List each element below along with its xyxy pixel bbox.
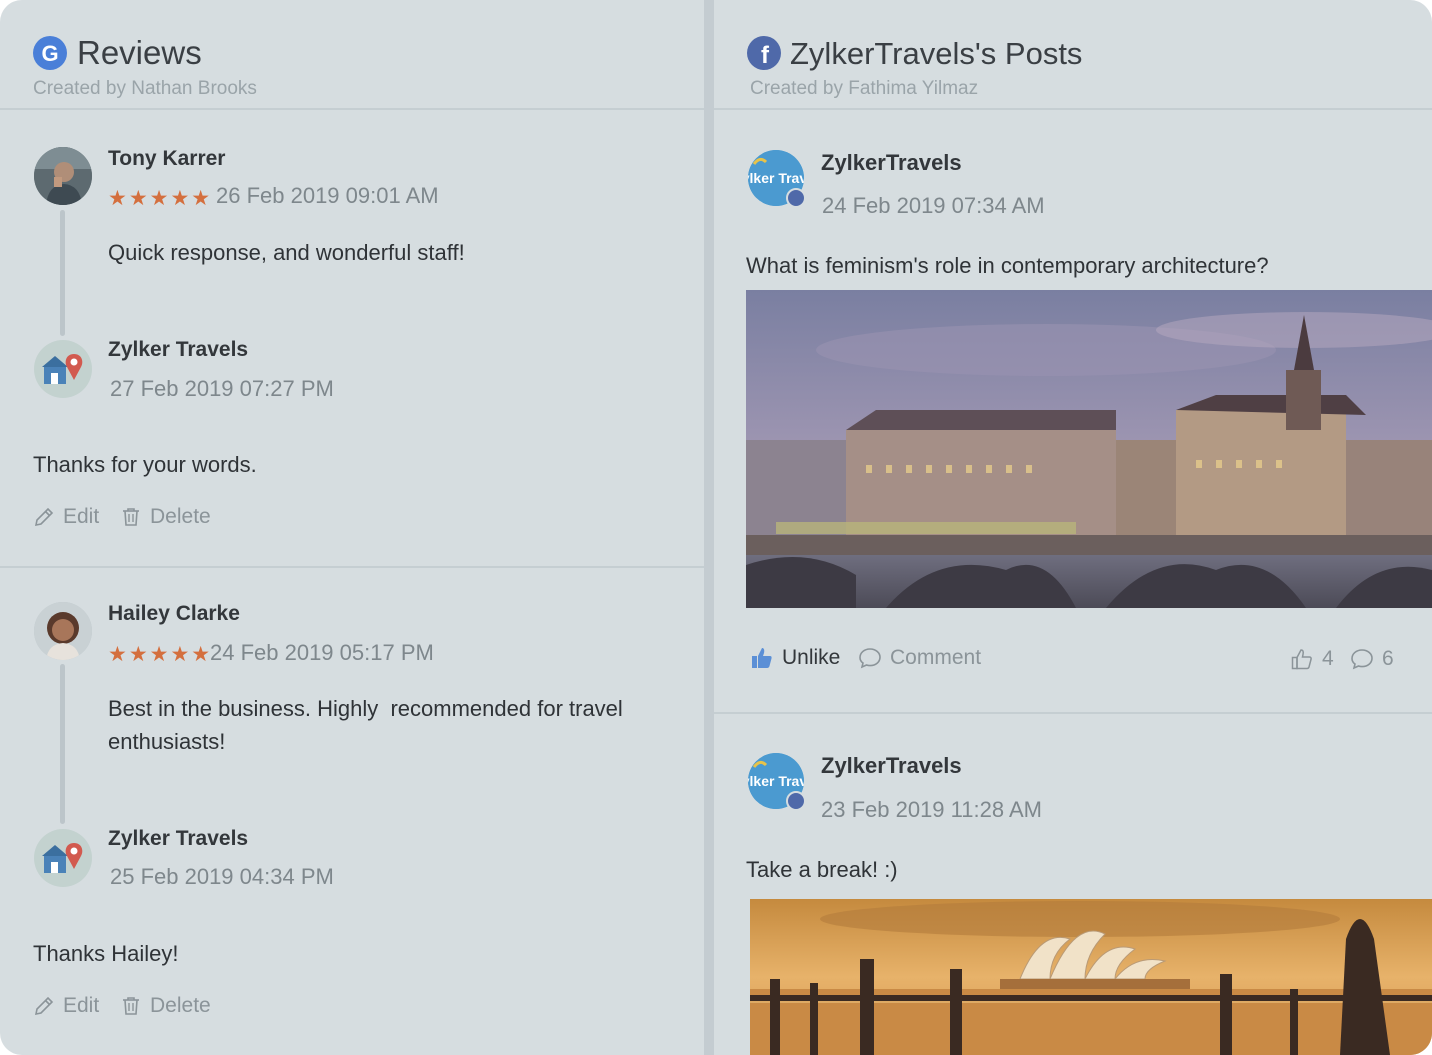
edit-button[interactable]: Edit [33,994,99,1018]
svg-text:f: f [761,42,770,69]
reply-text: Thanks for your words. [33,452,257,477]
thumbs-up-icon [752,648,772,668]
comment-bubble-icon [1351,649,1373,670]
post-date: 23 Feb 2019 11:28 AM [821,797,1042,822]
pencil-icon [34,507,54,527]
business-avatar [34,829,92,887]
avatar [34,147,92,205]
post-text: What is feminism's role in contemporary … [746,253,1269,278]
pencil-icon [34,996,54,1016]
reviews-panel: G Reviews Created by Nathan Brooks Tony … [0,0,704,1055]
post-author: ZylkerTravels [821,753,962,778]
unlike-label: Unlike [782,646,841,669]
delete-label: Delete [150,994,211,1017]
svg-text:Zylker Travel: Zylker Travel [748,170,804,186]
unlike-button[interactable]: Unlike [750,646,840,670]
reply-date: 27 Feb 2019 07:27 PM [110,376,334,401]
facebook-badge-icon [786,791,806,811]
like-count: 4 [1290,647,1334,671]
edit-label: Edit [63,994,100,1017]
thread-line [60,210,65,336]
post-text: Take a break! :) [746,857,898,882]
star-rating: ★★★★★ [108,643,213,666]
app-window: G Reviews Created by Nathan Brooks Tony … [0,0,1432,1055]
reply-date: 25 Feb 2019 04:34 PM [110,864,334,889]
posts-title: ZylkerTravels's Posts [790,36,1083,71]
post-date: 24 Feb 2019 07:34 AM [822,193,1045,218]
thread-line [60,664,65,824]
comment-bubble-icon [859,648,881,669]
reply-author: Zylker Travels [108,338,249,361]
comment-count-value: 6 [1382,647,1394,670]
post-separator [714,712,1432,714]
comment-label: Comment [890,646,982,669]
avatar [34,602,92,660]
delete-button[interactable]: Delete [120,505,211,529]
star-rating: ★★★★★ [108,187,213,210]
business-avatar [34,340,92,398]
post-image[interactable] [746,290,1432,608]
thumbs-up-outline-icon [1291,649,1312,670]
post-author: ZylkerTravels [821,150,962,175]
reply-author: Zylker Travels [108,827,249,850]
reply-text: Thanks Hailey! [33,941,179,966]
posts-subtitle: Created by Fathima Yilmaz [750,78,979,99]
reviewer-name: Hailey Clarke [108,602,240,625]
trash-icon [123,997,139,1015]
review-separator [0,566,704,568]
delete-button[interactable]: Delete [120,994,211,1018]
like-count-value: 4 [1322,647,1334,670]
edit-button[interactable]: Edit [33,505,99,529]
reviewer-name: Tony Karrer [108,147,226,170]
comment-button[interactable]: Comment [858,646,981,670]
post-image[interactable] [750,899,1432,1055]
edit-label: Edit [63,505,100,528]
posts-panel: f ZylkerTravels's Posts Created by Fathi… [714,0,1432,1055]
comment-count: 6 [1350,647,1394,671]
review-date: 24 Feb 2019 05:17 PM [210,640,434,665]
delete-label: Delete [150,505,211,528]
review-text-line-1: Best in the business. Highly recommended… [108,696,623,721]
facebook-badge-icon [786,188,806,208]
facebook-icon: f [747,36,781,70]
review-text: Quick response, and wonderful staff! [108,240,465,265]
review-text-line-2: enthusiasts! [108,729,226,754]
review-date: 26 Feb 2019 09:01 AM [216,183,439,208]
posts-header: f ZylkerTravels's Posts Created by Fathi… [714,0,1432,110]
panel-divider [704,0,714,1055]
trash-icon [123,508,139,526]
review-thread: Tony Karrer ★★★★★ 26 Feb 2019 09:01 AM Q… [0,0,704,566]
svg-text:Zylker Travel: Zylker Travel [748,773,804,789]
